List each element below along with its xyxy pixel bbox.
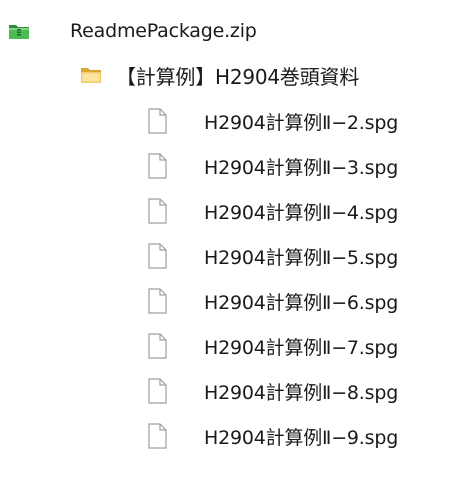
tree-item-file[interactable]: H2904計算例Ⅱ−9.spg (146, 419, 398, 453)
tree-item-file[interactable]: H2904計算例Ⅱ−7.spg (146, 329, 398, 363)
file-icon (146, 423, 168, 449)
tree-item-label: H2904計算例Ⅱ−4.spg (204, 201, 399, 224)
tree-item-label: H2904計算例Ⅱ−8.spg (204, 381, 399, 404)
tree-item-file[interactable]: H2904計算例Ⅱ−6.spg (146, 284, 398, 318)
tree-item-label: 【計算例】H2904巻頭資料 (116, 64, 360, 89)
tree-item-label: H2904計算例Ⅱ−9.spg (204, 426, 399, 449)
file-icon (146, 108, 168, 134)
tree-item-label: H2904計算例Ⅱ−7.spg (204, 336, 399, 359)
file-icon (146, 288, 168, 314)
file-tree: ReadmePackage.zip 【計算例】H2904巻頭資料 H2904計算… (0, 0, 476, 479)
tree-item-label: H2904計算例Ⅱ−6.spg (204, 291, 399, 314)
zip-folder-icon (8, 21, 30, 41)
file-icon (146, 198, 168, 224)
tree-item-label: H2904計算例Ⅱ−5.spg (204, 246, 399, 269)
tree-item-zip[interactable]: ReadmePackage.zip (8, 14, 257, 48)
folder-icon (80, 65, 102, 85)
tree-item-file[interactable]: H2904計算例Ⅱ−3.spg (146, 149, 398, 183)
tree-item-file[interactable]: H2904計算例Ⅱ−2.spg (146, 104, 398, 138)
file-icon (146, 378, 168, 404)
tree-item-file[interactable]: H2904計算例Ⅱ−8.spg (146, 374, 398, 408)
tree-item-label: ReadmePackage.zip (70, 20, 257, 42)
file-icon (146, 243, 168, 269)
file-icon (146, 333, 168, 359)
tree-item-label: H2904計算例Ⅱ−3.spg (204, 156, 399, 179)
tree-item-file[interactable]: H2904計算例Ⅱ−5.spg (146, 239, 398, 273)
file-icon (146, 153, 168, 179)
tree-item-file[interactable]: H2904計算例Ⅱ−4.spg (146, 194, 398, 228)
tree-item-folder[interactable]: 【計算例】H2904巻頭資料 (80, 58, 359, 92)
tree-item-label: H2904計算例Ⅱ−2.spg (204, 111, 399, 134)
